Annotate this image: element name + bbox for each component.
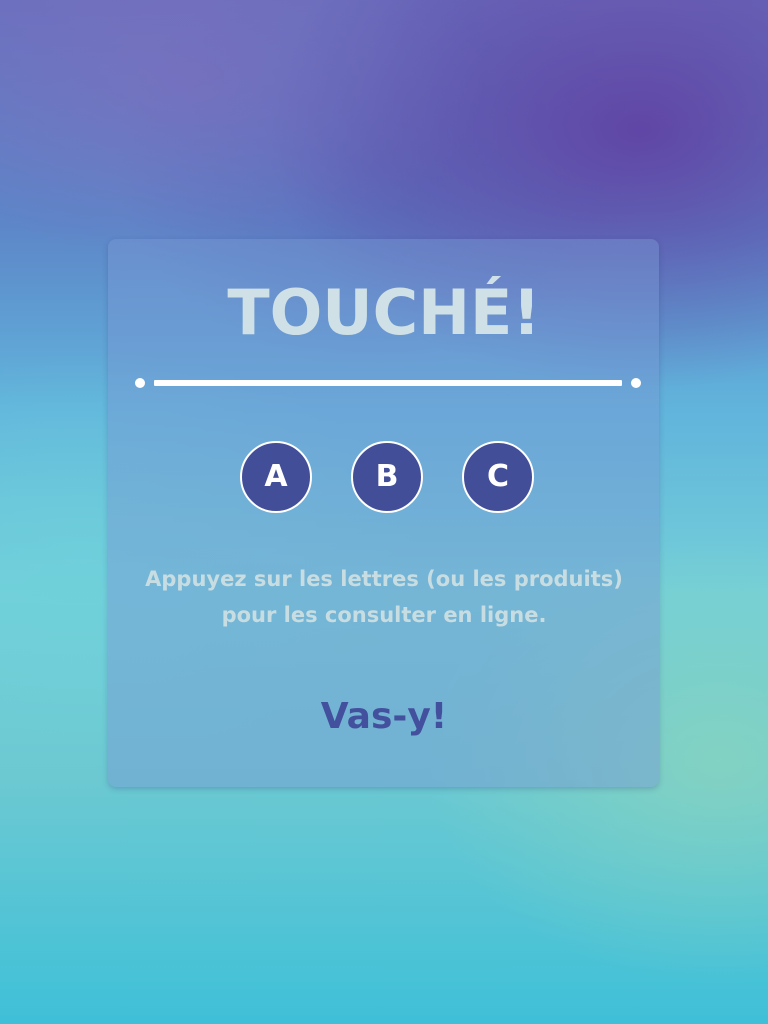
divider-left-dot [135, 378, 145, 388]
divider-line [154, 380, 622, 386]
go-button[interactable]: Vas-y! [284, 690, 484, 744]
letter-b-button[interactable]: B [351, 441, 423, 513]
letter-a-button[interactable]: A [240, 441, 312, 513]
divider-right-dot [631, 378, 641, 388]
instructions-text: Appuyez sur les lettres (ou les produits… [120, 561, 648, 633]
instructions-line-2: pour les consulter en ligne. [221, 603, 547, 627]
divider [135, 376, 641, 390]
instructions-line-1: Appuyez sur les lettres (ou les produits… [145, 567, 623, 591]
letter-c-button[interactable]: C [462, 441, 534, 513]
popup-title: TOUCHÉ! [227, 276, 541, 349]
